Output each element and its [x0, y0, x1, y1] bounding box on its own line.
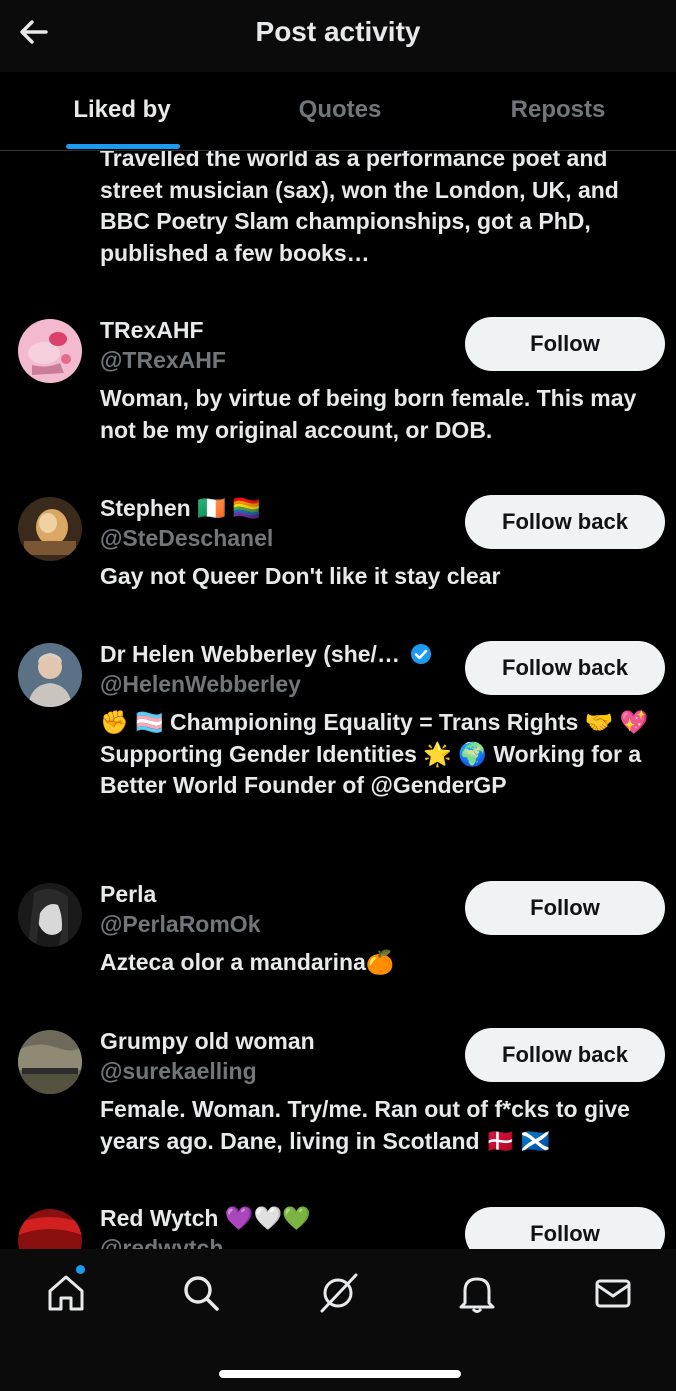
tab-liked-by[interactable]: Liked by: [32, 72, 212, 150]
mail-icon[interactable]: [591, 1271, 635, 1315]
bell-icon[interactable]: [455, 1271, 499, 1315]
follow-button[interactable]: Follow: [465, 1207, 665, 1249]
display-name[interactable]: Red Wytch 💜🤍💚: [100, 1205, 311, 1232]
user-bio: Female. Woman. Try/me. Ran out of f*cks …: [100, 1096, 630, 1154]
display-name[interactable]: Dr Helen Webberley (she/…: [100, 641, 432, 668]
top-bar: Post activity: [0, 0, 676, 72]
follow-back-button[interactable]: Follow back: [465, 495, 665, 549]
page-title: Post activity: [255, 16, 421, 47]
display-name[interactable]: Grumpy old woman: [100, 1028, 315, 1055]
user-bio: Gay not Queer Don't like it stay clear: [100, 563, 501, 589]
follow-back-button[interactable]: Follow back: [465, 641, 665, 695]
user-handle[interactable]: @PerlaRomOk: [100, 911, 260, 938]
avatar[interactable]: [18, 319, 82, 383]
active-tab-indicator: [66, 144, 180, 149]
notification-dot: [76, 1265, 85, 1274]
follow-back-button[interactable]: Follow back: [465, 1028, 665, 1082]
home-indicator[interactable]: [219, 1370, 461, 1378]
grok-icon[interactable]: [316, 1271, 360, 1315]
avatar[interactable]: [18, 883, 82, 947]
follow-button[interactable]: Follow: [465, 881, 665, 935]
user-handle[interactable]: @TRexAHF: [100, 347, 226, 374]
user-bio: Woman, by virtue of being born female. T…: [100, 385, 637, 443]
tab-reposts[interactable]: Reposts: [468, 72, 648, 150]
avatar[interactable]: [18, 1209, 82, 1249]
search-icon[interactable]: [179, 1271, 223, 1315]
tab-quotes[interactable]: Quotes: [250, 72, 430, 150]
display-name[interactable]: Perla: [100, 881, 156, 908]
user-bio: ✊ 🏳️‍⚧️ Championing Equality = Trans Rig…: [100, 709, 649, 798]
follow-button[interactable]: Follow: [465, 317, 665, 371]
display-name-text[interactable]: Dr Helen Webberley (she/…: [100, 641, 400, 667]
avatar[interactable]: [18, 497, 82, 561]
user-handle[interactable]: @redwytch: [100, 1235, 223, 1249]
avatar[interactable]: [18, 1030, 82, 1094]
user-bio: Travelled the world as a performance poe…: [100, 151, 619, 266]
tab-bar: Liked by Quotes Reposts: [0, 72, 676, 151]
user-bio: Azteca olor a mandarina🍊: [100, 949, 395, 975]
user-handle[interactable]: @HelenWebberley: [100, 671, 301, 698]
user-handle[interactable]: @surekaelling: [100, 1058, 257, 1085]
home-icon[interactable]: [44, 1271, 88, 1315]
display-name[interactable]: TRexAHF: [100, 317, 204, 344]
avatar[interactable]: [18, 643, 82, 707]
user-handle[interactable]: @SteDeschanel: [100, 525, 273, 552]
display-name[interactable]: Stephen 🇮🇪 🏳️‍🌈: [100, 495, 261, 522]
verified-badge-icon: [411, 644, 432, 664]
liked-by-list[interactable]: Travelled the world as a performance poe…: [0, 151, 676, 1249]
